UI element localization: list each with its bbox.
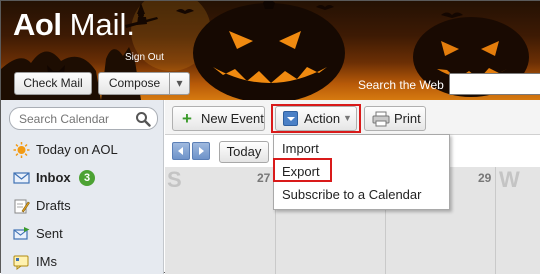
header-banner: Aol Mail. Sign Out Check Mail Compose ▾ … [1,1,540,100]
plus-icon: + [182,109,192,128]
calendar-toolbar: + New Event Action ▼ Print [165,100,540,135]
chevron-right-icon [199,147,204,155]
export-highlight-box [273,158,332,182]
compose-button[interactable]: Compose [98,72,170,95]
grid-divider [495,167,496,274]
action-button[interactable]: Action ▼ [275,106,357,131]
sidebar-item-label: Today on AOL [36,142,118,157]
date-number: 27 [257,171,271,185]
print-label: Print [394,111,421,126]
sidebar-item-ims[interactable]: IMs [1,250,163,274]
sign-out-link[interactable]: Sign Out [125,52,164,63]
sidebar-item-today-on-aol[interactable]: Today on AOL [1,138,163,162]
search-web-input[interactable] [449,73,540,95]
chevron-down-icon: ▼ [343,113,352,123]
menu-item-subscribe[interactable]: Subscribe to a Calendar [274,184,449,206]
sidebar-item-inbox[interactable]: Inbox 3 [1,166,163,190]
compose-menu-arrow-icon[interactable]: ▾ [169,72,190,95]
unread-count-badge: 3 [79,170,95,186]
logo-brand: Aol [13,7,62,42]
sidebar-item-drafts[interactable]: Drafts [1,194,163,218]
previous-button[interactable] [172,142,190,160]
print-button[interactable]: Print [364,106,426,131]
search-calendar-field[interactable] [9,107,158,130]
new-event-label: New Event [201,111,264,126]
next-button[interactable] [192,142,210,160]
chevron-left-icon [178,147,183,155]
pencil-paper-icon [14,199,30,214]
im-icon [13,255,29,270]
sidebar: Today on AOL Inbox 3 Drafts Sent IM [1,100,164,274]
search-calendar-input[interactable] [19,111,131,127]
sun-icon [13,142,30,158]
aol-mail-logo[interactable]: Aol Mail. [13,5,135,45]
sidebar-item-label: Inbox [36,170,71,185]
date-number: 29 [478,171,492,185]
action-label: Action [304,111,341,126]
sidebar-item-label: IMs [36,254,57,269]
logo-product: Mail. [69,7,136,42]
check-mail-button[interactable]: Check Mail [14,72,92,95]
printer-icon [372,111,390,127]
new-event-button[interactable]: + New Event [172,106,265,131]
sidebar-item-label: Drafts [36,198,71,213]
dropdown-icon [283,111,298,126]
menu-item-import[interactable]: Import [274,138,449,160]
sent-icon [13,227,30,240]
day-header-letter: S [167,167,182,192]
sidebar-item-label: Sent [36,226,63,241]
envelope-icon [13,172,30,184]
magnifier-icon[interactable] [135,111,151,127]
today-button[interactable]: Today [219,141,269,163]
sidebar-item-sent[interactable]: Sent [1,222,163,246]
search-web-label: Search the Web [358,78,444,92]
day-header-letter: W [499,167,520,192]
